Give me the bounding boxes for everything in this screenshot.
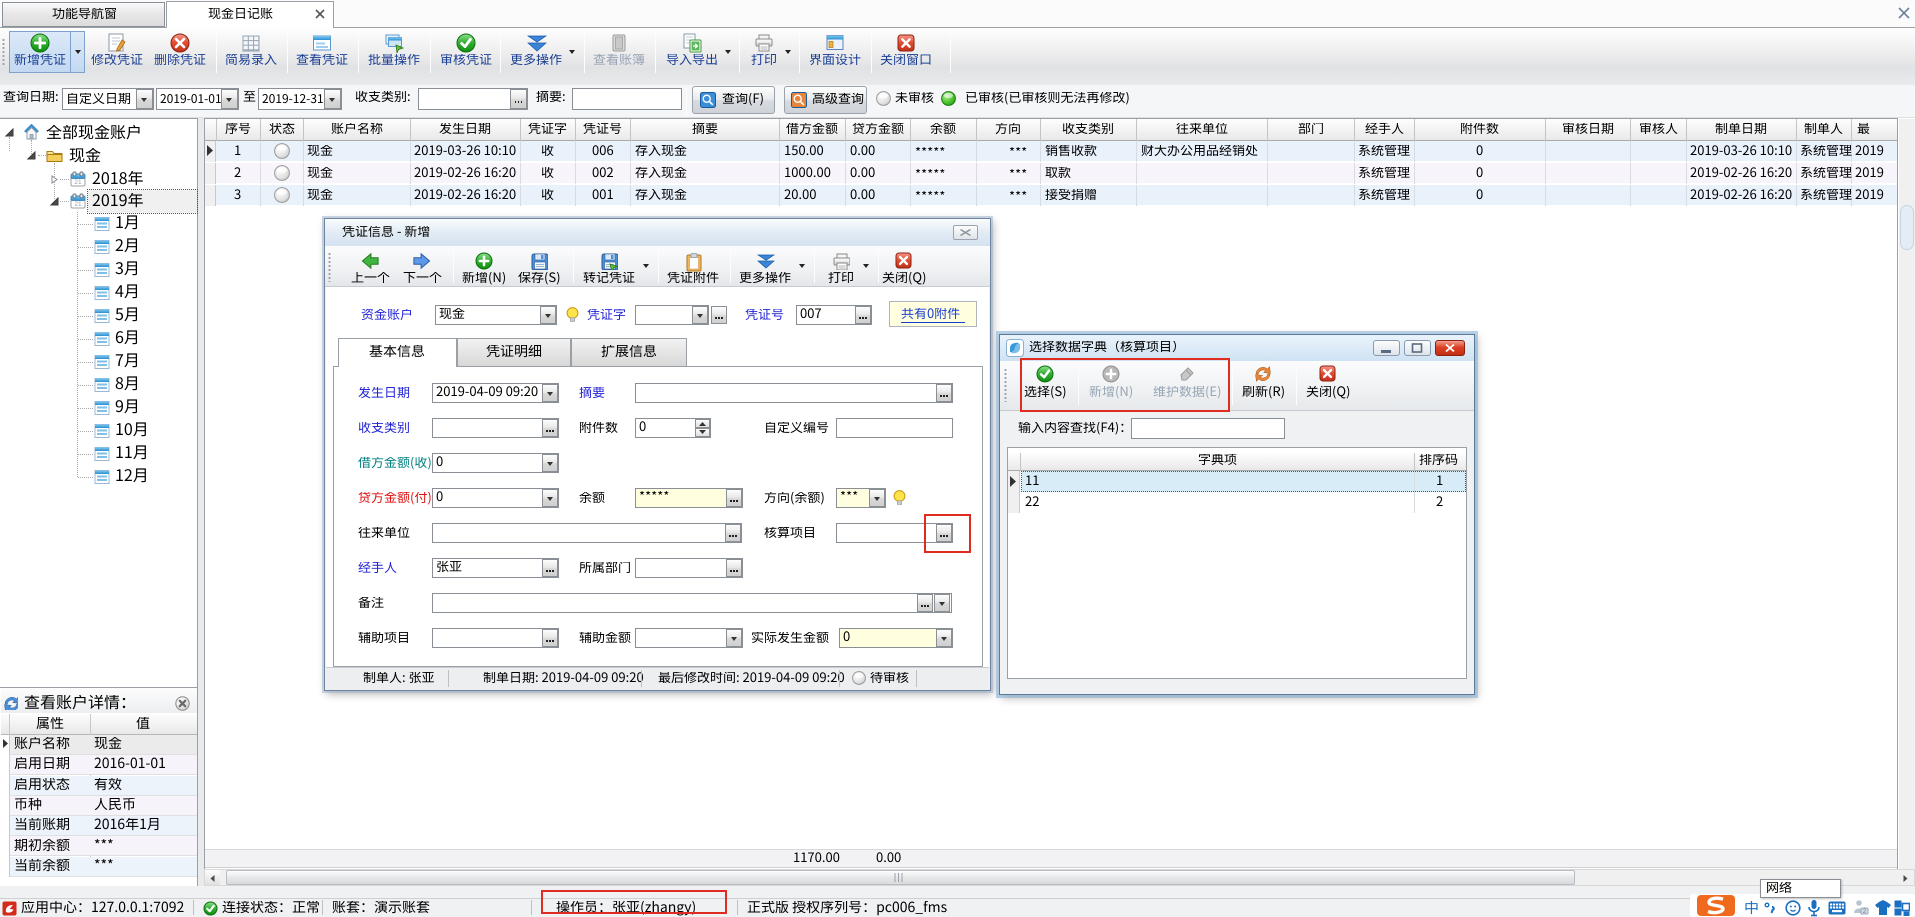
svg-text:21: 21 xyxy=(74,201,82,208)
svg-text:21: 21 xyxy=(74,179,82,186)
